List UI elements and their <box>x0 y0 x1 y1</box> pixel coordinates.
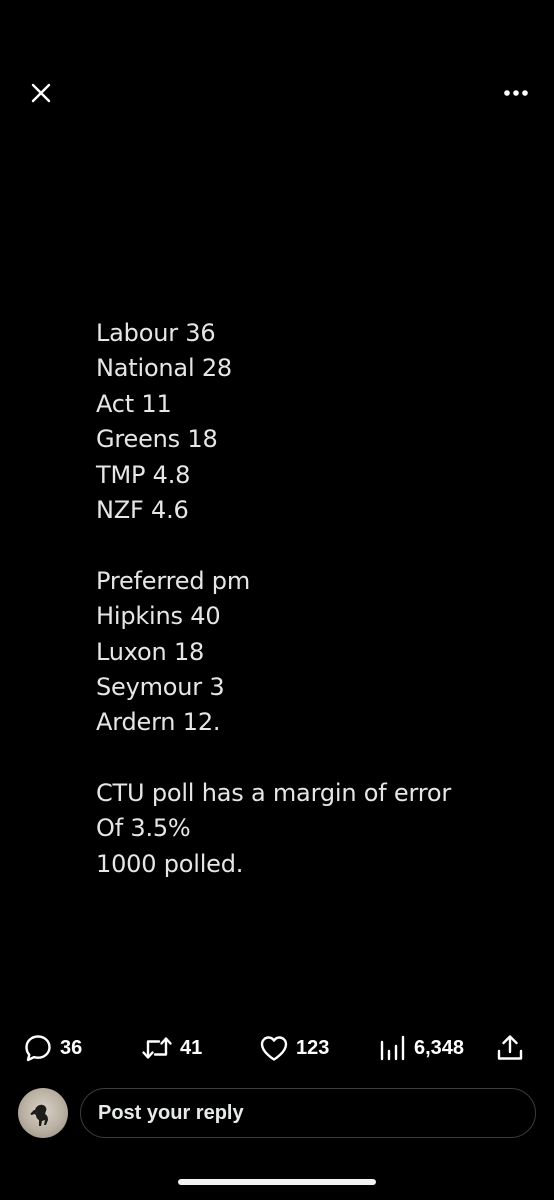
note-line: National 28 <box>96 354 232 383</box>
reply-count: 36 <box>60 1036 83 1059</box>
more-horizontal-icon <box>504 90 528 96</box>
note-line: Of 3.5% <box>96 814 191 843</box>
more-options-button[interactable] <box>498 76 534 110</box>
note-text: Labour 36 National 28 Act 11 Greens 18 T… <box>96 316 516 882</box>
dog-photo-icon <box>30 1104 48 1126</box>
bar-chart-icon <box>380 1035 405 1061</box>
like-button[interactable]: 123 <box>258 1028 329 1068</box>
share-icon <box>497 1035 523 1060</box>
views-button[interactable]: 6,348 <box>378 1028 464 1068</box>
note-line: Act 11 <box>96 389 172 418</box>
reply-button[interactable]: 36 <box>22 1028 82 1068</box>
note-line: 1000 polled. <box>96 849 244 878</box>
reply-input[interactable]: Post your reply <box>80 1088 536 1138</box>
note-line: Hipkins 40 <box>96 602 221 631</box>
post-media-image[interactable]: Labour 36 National 28 Act 11 Greens 18 T… <box>0 140 554 1020</box>
close-button[interactable] <box>24 76 58 110</box>
top-bar <box>0 0 554 140</box>
note-line: TMP 4.8 <box>96 460 191 489</box>
repost-button[interactable]: 41 <box>140 1028 202 1068</box>
note-line: Preferred pm <box>96 566 250 595</box>
note-line: NZF 4.6 <box>96 495 189 524</box>
repost-icon <box>142 1037 172 1059</box>
avatar[interactable] <box>18 1088 68 1138</box>
note-line: Seymour 3 <box>96 672 225 701</box>
like-count: 123 <box>296 1036 330 1059</box>
note-line: Ardern 12. <box>96 708 221 737</box>
heart-icon <box>260 1036 288 1061</box>
reply-composer: Post your reply <box>0 1086 554 1142</box>
share-button[interactable] <box>494 1028 526 1068</box>
close-icon <box>31 83 51 103</box>
reply-icon <box>25 1035 51 1062</box>
note-line: CTU poll has a margin of error <box>96 779 452 808</box>
note-line: Luxon 18 <box>96 637 205 666</box>
note-line: Labour 36 <box>96 319 216 347</box>
note-blank-line <box>96 528 516 563</box>
views-count: 6,348 <box>414 1036 465 1059</box>
post-action-bar: 36 41 123 6,348 <box>0 1028 554 1068</box>
home-indicator[interactable] <box>178 1179 376 1185</box>
note-line: Greens 18 <box>96 425 218 454</box>
note-blank-line <box>96 741 516 776</box>
media-viewer-screen: Labour 36 National 28 Act 11 Greens 18 T… <box>0 0 554 1200</box>
repost-count: 41 <box>180 1036 203 1059</box>
